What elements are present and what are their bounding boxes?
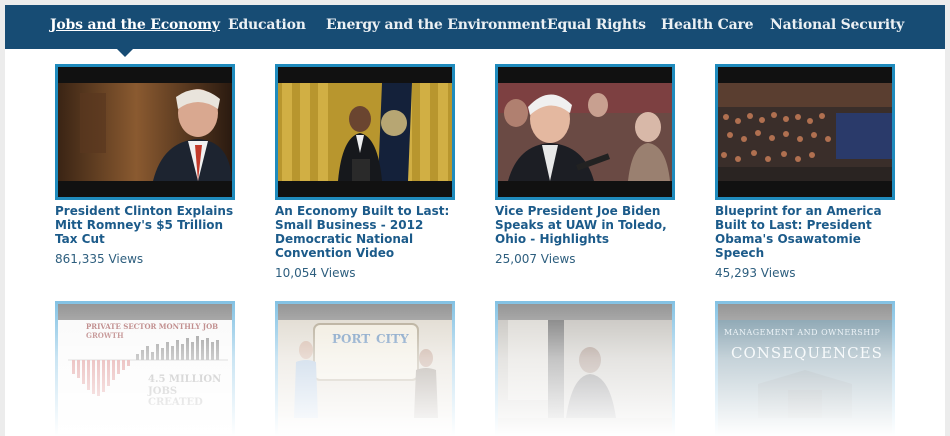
slide-title: CONSEQUENCES bbox=[731, 344, 883, 362]
video-gallery: Jobs and the Economy Education Energy an… bbox=[5, 5, 945, 436]
view-count: 25,007 Views bbox=[495, 252, 576, 266]
nav-education[interactable]: Education bbox=[228, 17, 306, 37]
sign-text: PORT bbox=[332, 332, 371, 346]
nav-equal-rights[interactable]: Equal Rights bbox=[547, 17, 646, 37]
obama-window-image bbox=[498, 320, 672, 418]
chart-caption: JOBS CREATED bbox=[148, 386, 203, 408]
view-count: 10,054 Views bbox=[275, 266, 356, 280]
osawatomie-crowd-image bbox=[718, 83, 892, 181]
category-nav: Jobs and the Economy Education Energy an… bbox=[5, 5, 945, 49]
biden-speech-image bbox=[498, 83, 672, 181]
video-title[interactable]: President Clinton Explains Mitt Romney's… bbox=[55, 204, 245, 246]
video-thumbnail[interactable] bbox=[55, 64, 235, 200]
video-thumbnail[interactable]: PRIVATE SECTOR MONTHLY JOB GROWTH 4.5 MI… bbox=[55, 301, 235, 436]
active-tab-indicator bbox=[117, 49, 133, 57]
video-thumbnail[interactable] bbox=[715, 64, 895, 200]
video-title[interactable]: Blueprint for an America Built to Last: … bbox=[715, 204, 905, 260]
video-thumbnail[interactable]: PORT CITY bbox=[275, 301, 455, 436]
video-thumbnail[interactable]: MANAGEMENT AND OWNERSHIP CONSEQUENCES bbox=[715, 301, 895, 436]
video-thumbnail[interactable] bbox=[275, 64, 455, 200]
video-thumbnail[interactable] bbox=[495, 301, 675, 436]
video-title[interactable]: Vice President Joe Biden Speaks at UAW i… bbox=[495, 204, 685, 246]
nav-health-care[interactable]: Health Care bbox=[661, 17, 754, 37]
clinton-interview-image bbox=[58, 83, 232, 181]
nav-national-security[interactable]: National Security bbox=[770, 17, 904, 37]
slide-subtitle: MANAGEMENT AND OWNERSHIP bbox=[724, 328, 881, 337]
view-count: 45,293 Views bbox=[715, 266, 796, 280]
nav-jobs-and-economy[interactable]: Jobs and the Economy bbox=[50, 17, 220, 37]
nav-energy-and-environment[interactable]: Energy and the Environment bbox=[326, 17, 547, 37]
video-title[interactable]: An Economy Built to Last: Small Business… bbox=[275, 204, 465, 260]
sign-text: CITY bbox=[376, 332, 409, 346]
obama-podium-image bbox=[278, 83, 452, 181]
video-thumbnail[interactable] bbox=[495, 64, 675, 200]
chart-caption: 4.5 MILLION bbox=[148, 374, 222, 385]
chart-heading: PRIVATE SECTOR MONTHLY JOB GROWTH bbox=[86, 322, 219, 340]
view-count: 861,335 Views bbox=[55, 252, 144, 266]
